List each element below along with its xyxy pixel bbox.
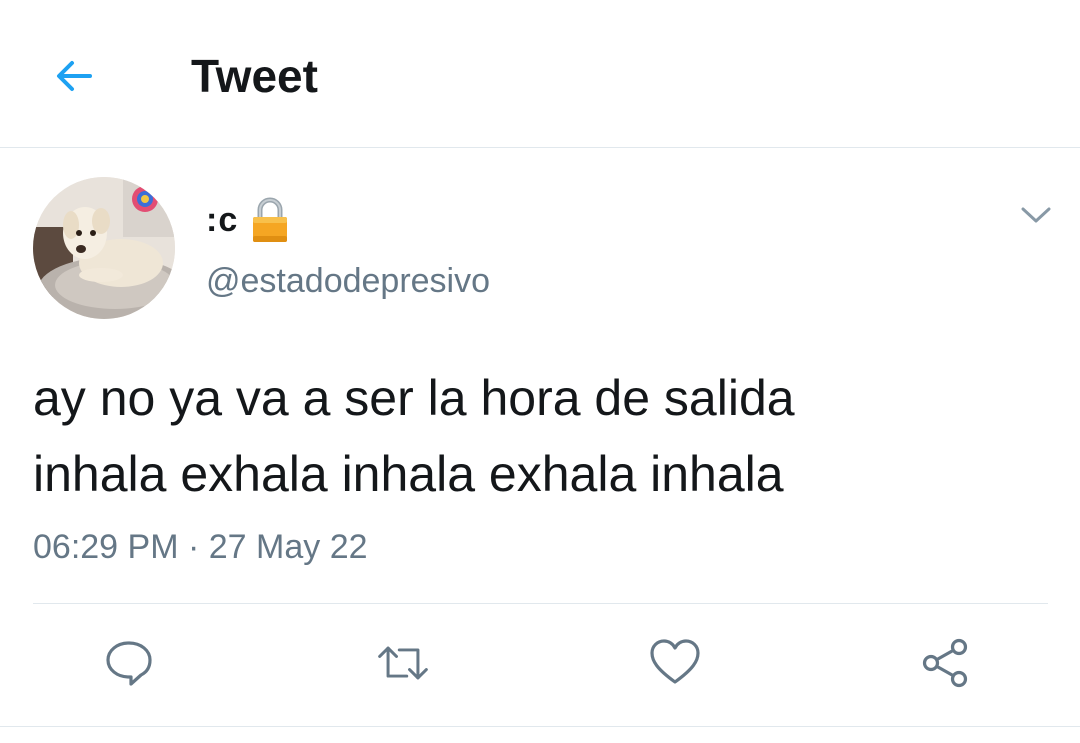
divider bbox=[33, 603, 1048, 604]
tweet-detail: :c @estadodepresivo ay no ya va a ser la… bbox=[0, 148, 1080, 743]
retweet-icon bbox=[378, 646, 428, 680]
retweet-button[interactable] bbox=[375, 635, 431, 691]
heart-icon bbox=[650, 639, 700, 684]
page-title: Tweet bbox=[191, 50, 318, 102]
display-name: :c bbox=[206, 200, 239, 239]
bottom-border bbox=[0, 726, 1080, 727]
comment-icon bbox=[106, 641, 152, 686]
tweet-timestamp: 06:29 PM · 27 May 22 bbox=[33, 525, 368, 569]
arrow-left-icon bbox=[57, 61, 92, 91]
reply-button[interactable] bbox=[101, 635, 157, 691]
timestamp-separator: · bbox=[187, 528, 200, 566]
like-button[interactable] bbox=[647, 635, 703, 691]
author-name-row[interactable]: :c bbox=[206, 194, 290, 246]
tweet-date: 27 May 22 bbox=[208, 528, 368, 566]
tweet-time: 06:29 PM bbox=[33, 528, 179, 566]
app-bar: Tweet bbox=[0, 0, 1080, 148]
share-button[interactable] bbox=[917, 635, 973, 691]
avatar[interactable] bbox=[33, 177, 175, 319]
tweet-text-line: inhala exhala inhala exhala inhala bbox=[33, 446, 784, 502]
chevron-down-icon bbox=[1021, 207, 1051, 223]
tweet-text: ay no ya va a ser la hora de salida inha… bbox=[33, 360, 1033, 512]
tweet-text-line: ay no ya va a ser la hora de salida bbox=[33, 370, 795, 426]
share-icon bbox=[922, 638, 968, 688]
lock-icon bbox=[253, 197, 288, 242]
back-button[interactable] bbox=[44, 46, 104, 106]
tweet-menu-button[interactable] bbox=[1014, 198, 1058, 232]
dog-photo-avatar bbox=[33, 177, 175, 319]
author-handle[interactable]: @estadodepresivo bbox=[206, 261, 490, 301]
